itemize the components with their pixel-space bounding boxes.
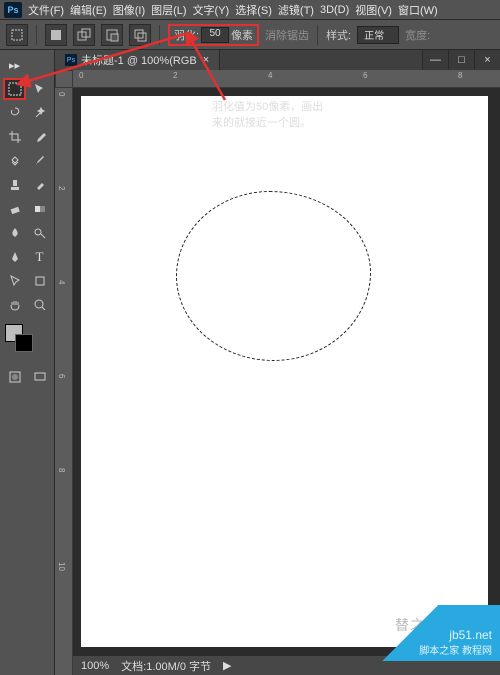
menu-image[interactable]: 图像(I)	[113, 2, 145, 18]
stamp-tool[interactable]	[3, 174, 26, 196]
menu-edit[interactable]: 编辑(E)	[70, 2, 107, 18]
doc-info[interactable]: 文档:1.00M/0 字节	[121, 658, 211, 674]
ruler-tick: 2	[173, 71, 177, 80]
screenmode-icon[interactable]	[28, 366, 51, 388]
new-selection-icon[interactable]	[45, 24, 67, 46]
quickmask-icon[interactable]	[3, 366, 26, 388]
color-swatches[interactable]	[3, 322, 51, 356]
canvas[interactable]	[81, 96, 488, 647]
intersect-selection-icon[interactable]	[129, 24, 151, 46]
style-dropdown[interactable]: 正常	[357, 26, 399, 44]
tab-title: 未标题-1 @ 100%(RGB	[81, 52, 197, 68]
ruler-tick: 6	[57, 374, 66, 378]
ruler-tick: 8	[57, 468, 66, 472]
separator	[317, 25, 318, 45]
tool-preset-icon[interactable]	[6, 24, 28, 46]
feather-unit: 像素	[231, 27, 253, 43]
ruler-tick: 0	[57, 92, 66, 96]
options-bar: 羽化: 50 像素 消除锯齿 样式: 正常 宽度:	[0, 20, 500, 50]
separator	[159, 25, 160, 45]
toolbox: ▸▸ T	[0, 50, 55, 675]
ruler-tick: 8	[458, 71, 462, 80]
heal-tool[interactable]	[3, 150, 26, 172]
watermark-badge: jb51.net 脚本之家 教程网	[360, 605, 500, 661]
eraser-tool[interactable]	[3, 198, 26, 220]
menu-select[interactable]: 选择(S)	[235, 2, 272, 18]
wand-tool[interactable]	[28, 102, 51, 124]
document-area: Ps 未标题-1 @ 100%(RGB × — □ × 0 2 4 6 8 0	[55, 50, 500, 675]
eyedropper-tool[interactable]	[28, 126, 51, 148]
workspace: ▸▸ T	[0, 50, 500, 675]
ruler-tick: 10	[57, 562, 66, 571]
minimize-button[interactable]: —	[422, 50, 448, 70]
crop-tool[interactable]	[3, 126, 26, 148]
feather-label: 羽化:	[174, 27, 199, 43]
marquee-tool[interactable]	[3, 78, 26, 100]
ruler-tick: 2	[57, 186, 66, 190]
tab-close-icon[interactable]: ×	[203, 54, 209, 66]
pen-tool[interactable]	[3, 246, 26, 268]
handle-icon[interactable]: ▸▸	[3, 54, 26, 76]
annotation-line: 羽化值为50像素，画出	[212, 100, 323, 116]
ruler-tick: 4	[57, 280, 66, 284]
annotation-line: 来的就接近一个圆。	[212, 116, 323, 132]
tab-ps-icon: Ps	[65, 54, 77, 66]
gradient-tool[interactable]	[28, 198, 51, 220]
menu-bar: Ps 文件(F) 编辑(E) 图像(I) 图层(L) 文字(Y) 选择(S) 滤…	[0, 0, 500, 20]
feather-input[interactable]: 50	[201, 27, 229, 43]
shape-tool[interactable]	[28, 270, 51, 292]
menu-filter[interactable]: 滤镜(T)	[278, 2, 314, 18]
history-brush-tool[interactable]	[28, 174, 51, 196]
ruler-tick: 6	[363, 71, 367, 80]
blur-tool[interactable]	[3, 222, 26, 244]
feather-group: 羽化: 50 像素	[168, 24, 259, 46]
dodge-tool[interactable]	[28, 222, 51, 244]
menu-file[interactable]: 文件(F)	[28, 2, 64, 18]
vertical-ruler[interactable]: 0 2 4 6 8 10	[55, 88, 73, 675]
close-button[interactable]: ×	[474, 50, 500, 70]
horizontal-ruler[interactable]: 0 2 4 6 8	[73, 70, 500, 88]
path-select-tool[interactable]	[3, 270, 26, 292]
app-logo: Ps	[4, 2, 22, 18]
type-tool[interactable]: T	[28, 246, 51, 268]
ruler-corner	[55, 70, 73, 88]
menu-type[interactable]: 文字(Y)	[193, 2, 230, 18]
menu-view[interactable]: 视图(V)	[355, 2, 392, 18]
selection-marquee	[176, 191, 371, 361]
brush-tool[interactable]	[28, 150, 51, 172]
hand-tool[interactable]	[3, 294, 26, 316]
zoom-tool[interactable]	[28, 294, 51, 316]
subtract-selection-icon[interactable]	[101, 24, 123, 46]
menu-layer[interactable]: 图层(L)	[151, 2, 186, 18]
doc-info-arrow-icon[interactable]: ▶	[223, 659, 231, 672]
width-label: 宽度:	[405, 27, 430, 43]
separator	[36, 25, 37, 45]
document-tab[interactable]: Ps 未标题-1 @ 100%(RGB ×	[55, 50, 220, 70]
watermark-line: 脚本之家 教程网	[419, 642, 492, 657]
annotation-text: 羽化值为50像素，画出 来的就接近一个圆。	[212, 100, 323, 132]
ruler-tick: 0	[79, 71, 83, 80]
zoom-level[interactable]: 100%	[81, 660, 109, 672]
menu-window[interactable]: 窗口(W)	[398, 2, 438, 18]
canvas-viewport[interactable]: 100% 文档:1.00M/0 字节 ▶	[73, 88, 500, 675]
add-selection-icon[interactable]	[73, 24, 95, 46]
watermark-line: jb51.net	[449, 628, 492, 642]
move-tool[interactable]	[28, 78, 51, 100]
lasso-tool[interactable]	[3, 102, 26, 124]
maximize-button[interactable]: □	[448, 50, 474, 70]
style-label: 样式:	[326, 27, 351, 43]
menu-3d[interactable]: 3D(D)	[320, 4, 349, 16]
antialias-label: 消除锯齿	[265, 27, 309, 43]
ruler-tick: 4	[268, 71, 272, 80]
background-swatch[interactable]	[15, 334, 33, 352]
